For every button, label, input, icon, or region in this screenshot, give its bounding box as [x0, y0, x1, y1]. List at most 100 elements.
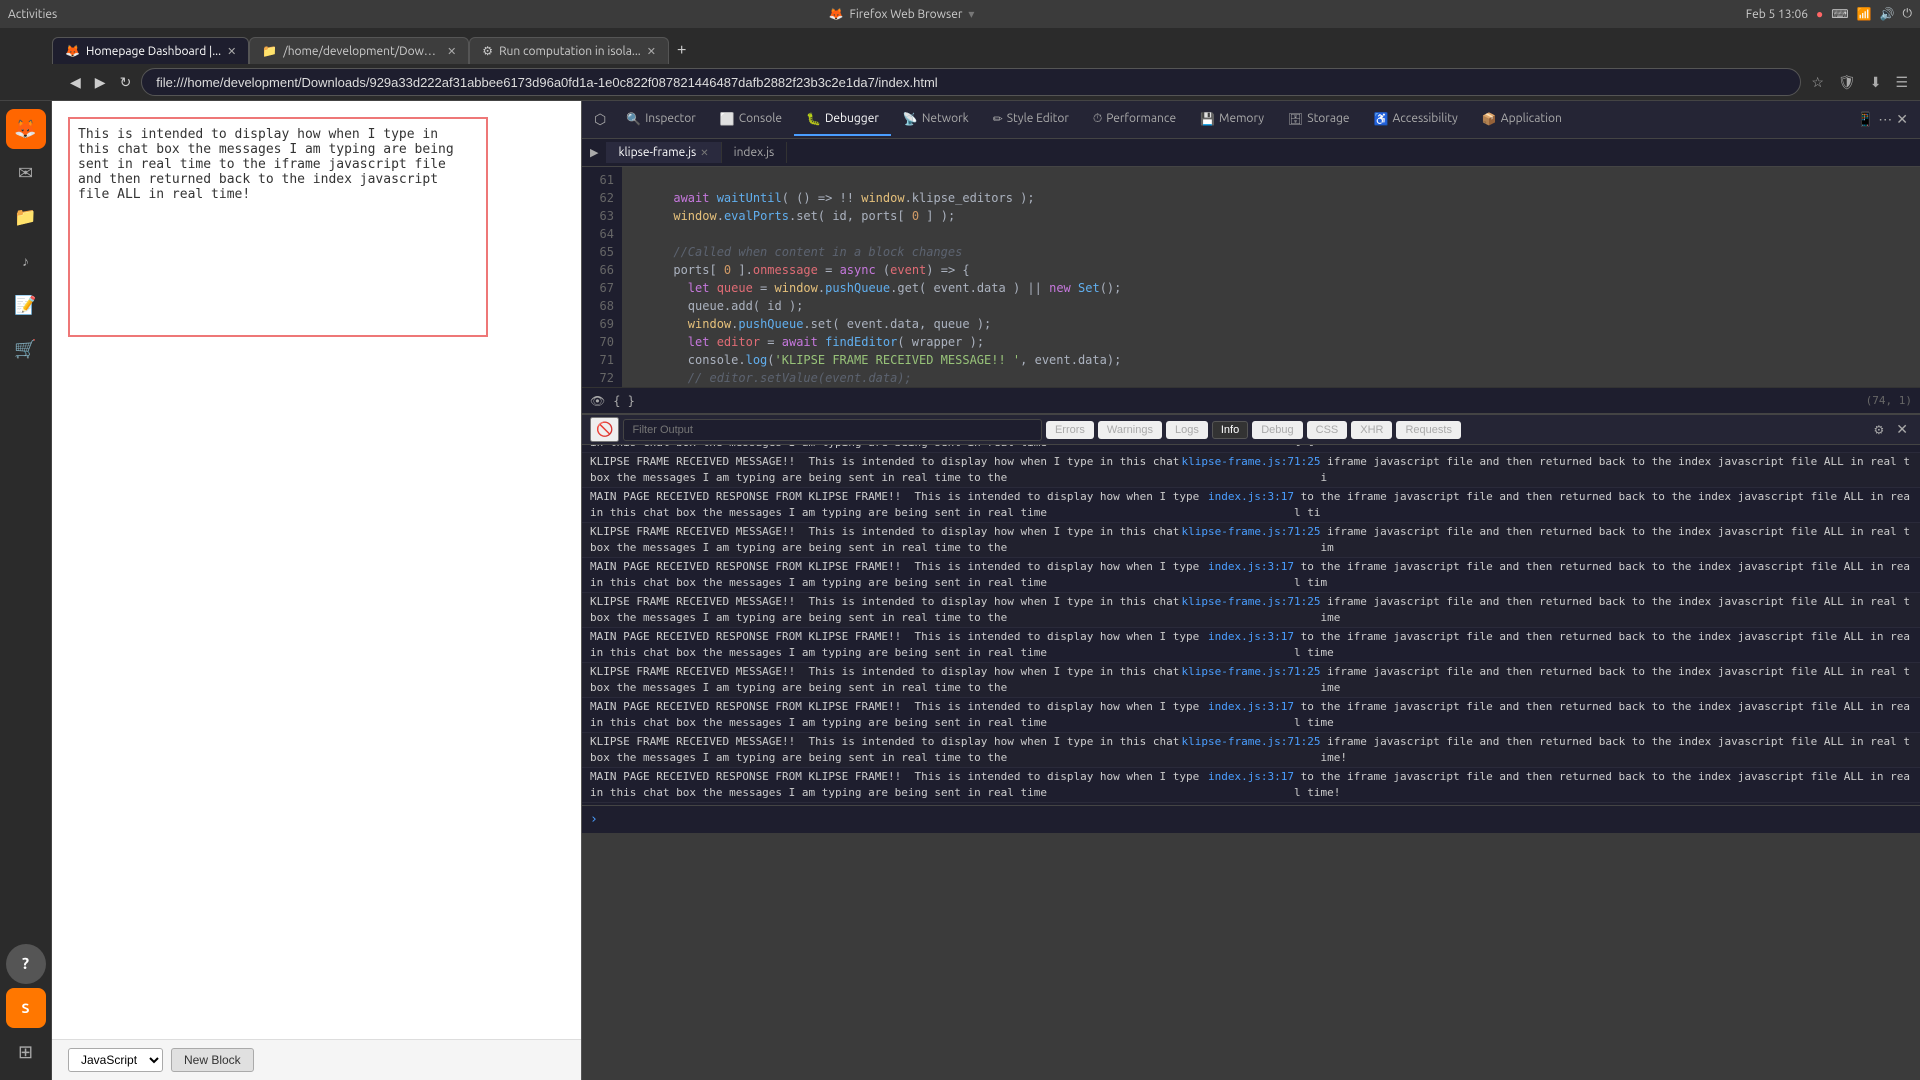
devtools-tab-memory[interactable]: 💾 Memory: [1188, 104, 1276, 136]
browser-window: 🦊 Homepage Dashboard |... ✕ 📁 /home/deve…: [0, 28, 1920, 1080]
sidebar-icon-grid[interactable]: ⊞: [6, 1032, 46, 1072]
console-close-icon[interactable]: ✕: [1892, 419, 1912, 440]
devtools-tab-application[interactable]: 📦 Application: [1470, 104, 1574, 136]
sidebar-icon-software[interactable]: 🛒: [6, 329, 46, 369]
console-tab-requests[interactable]: Requests: [1396, 421, 1460, 439]
devtools-tab-accessibility[interactable]: ♿ Accessibility: [1362, 104, 1470, 136]
devtools-tab-network[interactable]: 📡 Network: [891, 104, 981, 136]
console-source-link[interactable]: index.js:3:17: [1208, 559, 1294, 575]
console-line: MAIN PAGE RECEIVED RESPONSE FROM KLIPSE …: [582, 628, 1920, 663]
console-tab-warnings[interactable]: Warnings: [1098, 421, 1162, 439]
console-source-link[interactable]: klipse-frame.js:71:25: [1181, 734, 1320, 750]
tab-bar: 🦊 Homepage Dashboard |... ✕ 📁 /home/deve…: [0, 28, 1920, 64]
reload-button[interactable]: ↻: [116, 72, 136, 93]
devtools-tab-console[interactable]: ⬜ Console: [708, 104, 794, 136]
code-section: 61 62 63 64 65 66 67 68 69 70 71 72 73 7…: [582, 167, 1920, 387]
console-tab-logs[interactable]: Logs: [1166, 421, 1208, 439]
webpage-content: This is intended to display how when I t…: [52, 101, 581, 1039]
devtools-tab-debugger[interactable]: 🐛 Debugger: [794, 104, 891, 136]
keyboard-icon: ⌨: [1831, 7, 1848, 21]
console-filter-input[interactable]: [623, 419, 1042, 441]
devtools-tab-storage[interactable]: 🗄 Storage: [1276, 104, 1361, 136]
tab-close-1[interactable]: ✕: [227, 45, 236, 58]
firefox-icon: 🦊: [829, 7, 844, 21]
console-tab-debug[interactable]: Debug: [1252, 421, 1302, 439]
sidebar-icon-dev[interactable]: S: [6, 988, 46, 1028]
shield-icon[interactable]: 🛡: [1834, 72, 1860, 93]
console-tab-info[interactable]: Info: [1212, 421, 1248, 439]
tab-close-3[interactable]: ✕: [647, 45, 656, 58]
devtools-tab-inspector[interactable]: 🔍 Inspector: [614, 104, 708, 136]
tab-homepage[interactable]: 🦊 Homepage Dashboard |... ✕: [52, 37, 249, 64]
source-tab-index[interactable]: index.js: [722, 142, 788, 163]
sidebar-icon-music[interactable]: ♪: [6, 241, 46, 281]
sidebar-icon-mail[interactable]: ✉: [6, 153, 46, 193]
devtools-toolbar-right: 📱 ⋯ ✕: [1857, 111, 1916, 128]
watch-icon[interactable]: 👁: [590, 394, 605, 408]
system-bar-left: Activities: [8, 8, 57, 21]
console-clear-button[interactable]: 🚫: [590, 417, 619, 442]
tab-close-2[interactable]: ✕: [447, 45, 456, 58]
console-tab-xhr[interactable]: XHR: [1351, 421, 1392, 439]
firefox-sidebar: 🦊 ✉ 📁 ♪ 📝 🛒 ? S ⊞: [0, 101, 52, 1080]
code-line-72: // editor.setValue(event.data);: [630, 369, 1912, 387]
console-settings-icon[interactable]: ⚙: [1870, 421, 1889, 439]
accessibility-icon: ♿: [1374, 112, 1389, 126]
tab-run[interactable]: ⚙ Run computation in isola... ✕: [469, 37, 669, 64]
forward-button[interactable]: ▶: [91, 72, 110, 93]
language-select[interactable]: JavaScript: [68, 1048, 163, 1072]
new-tab-button[interactable]: +: [669, 38, 694, 64]
console-source-link[interactable]: index.js:3:17: [1208, 699, 1294, 715]
sidebar-icon-notes[interactable]: 📝: [6, 285, 46, 325]
tab-title-1: Homepage Dashboard |...: [86, 45, 221, 58]
console-source-link[interactable]: index.js:3:17: [1208, 629, 1294, 645]
code-line-62: await waitUntil( () => !! window.klipse_…: [630, 189, 1912, 207]
console-tab-errors[interactable]: Errors: [1046, 421, 1094, 439]
source-toggle[interactable]: ▶: [582, 142, 606, 163]
source-tab-close-klipse[interactable]: ✕: [700, 147, 708, 159]
devtools-tab-style[interactable]: ✏ Style Editor: [981, 104, 1081, 136]
devtools-close-icon[interactable]: ✕: [1896, 111, 1908, 128]
activities-label[interactable]: Activities: [8, 8, 57, 21]
recording-dot: ●: [1816, 7, 1823, 21]
editor-textarea[interactable]: This is intended to display how when I t…: [68, 117, 488, 337]
console-source-link[interactable]: index.js:3:17: [1208, 489, 1294, 505]
eval-text: { }: [613, 394, 635, 408]
console-output: iframe javascript file and then returned…: [582, 445, 1920, 805]
console-source-link[interactable]: klipse-frame.js:71:25: [1181, 524, 1320, 540]
browser-main: 🦊 ✉ 📁 ♪ 📝 🛒 ? S ⊞ This is intended to di…: [0, 101, 1920, 1080]
console-source-link[interactable]: klipse-frame.js:71:25: [1181, 664, 1320, 680]
devtools-pick-icon[interactable]: ⬡: [586, 111, 614, 128]
volume-icon: 🔊: [1880, 7, 1895, 21]
console-source-link[interactable]: klipse-frame.js:71:25: [1181, 454, 1320, 470]
console-input-bar: ›: [582, 805, 1920, 833]
back-button[interactable]: ◀: [66, 72, 85, 93]
webpage-toolbar: JavaScript New Block: [52, 1039, 581, 1080]
code-line-61: [630, 171, 1912, 189]
devtools-tab-performance[interactable]: ⏱ Performance: [1081, 104, 1188, 136]
code-line-65: //Called when content in a block changes: [630, 243, 1912, 261]
sidebar-icon-help[interactable]: ?: [6, 944, 46, 984]
bookmark-icon[interactable]: ☆: [1807, 72, 1828, 93]
devtools-responsive-icon[interactable]: 📱: [1857, 111, 1874, 128]
sidebar-icon-firefox[interactable]: 🦊: [6, 109, 46, 149]
new-block-button[interactable]: New Block: [171, 1048, 254, 1072]
devtools-more-icon[interactable]: ⋯: [1878, 111, 1892, 128]
line-numbers: 61 62 63 64 65 66 67 68 69 70 71 72 73 7…: [582, 167, 622, 387]
console-tab-css[interactable]: CSS: [1307, 421, 1348, 439]
console-line: MAIN PAGE RECEIVED RESPONSE FROM KLIPSE …: [582, 445, 1920, 453]
console-source-link[interactable]: index.js:3:17: [1208, 769, 1294, 785]
console-line: KLIPSE FRAME RECEIVED MESSAGE!! This is …: [582, 453, 1920, 488]
download-icon[interactable]: ⬇: [1866, 72, 1886, 93]
url-bar[interactable]: [141, 68, 1801, 96]
console-input[interactable]: [604, 813, 1912, 827]
menu-icon[interactable]: ☰: [1891, 72, 1912, 93]
console-source-link[interactable]: klipse-frame.js:71:25: [1181, 594, 1320, 610]
console-line: KLIPSE FRAME RECEIVED MESSAGE!! This is …: [582, 663, 1920, 698]
inspector-icon: 🔍: [626, 112, 641, 126]
sidebar-icon-files[interactable]: 📁: [6, 197, 46, 237]
network-icon: 📡: [903, 112, 918, 126]
tab-devtools[interactable]: 📁 /home/development/Downl... ✕: [249, 37, 469, 64]
source-tab-klipse[interactable]: klipse-frame.js ✕: [606, 142, 721, 163]
wifi-icon: 📶: [1857, 7, 1872, 21]
